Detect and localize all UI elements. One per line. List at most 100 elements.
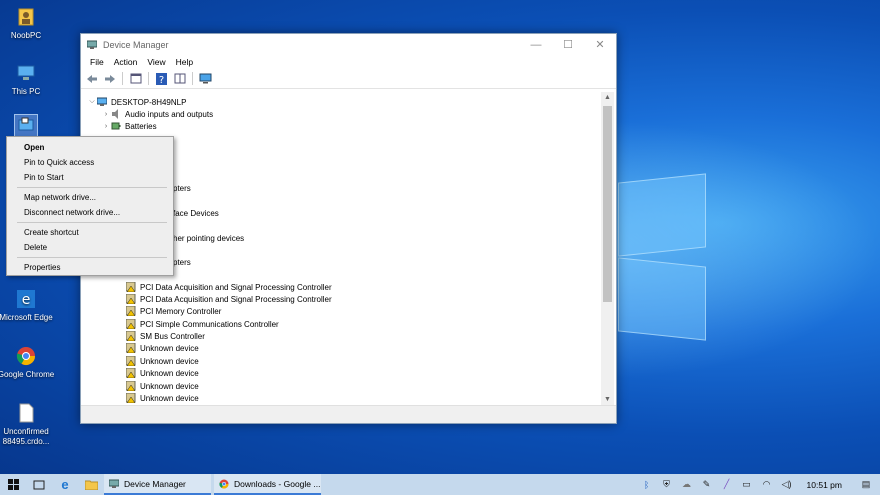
taskbar-file-explorer-button[interactable]: [78, 474, 104, 495]
device-label: PCI Memory Controller: [140, 306, 222, 316]
vertical-scrollbar[interactable]: ▲ ▼: [601, 92, 614, 405]
chrome-icon: [15, 345, 37, 367]
device-item[interactable]: Unknown device: [126, 355, 199, 367]
close-button[interactable]: ✕: [584, 34, 616, 55]
menu-view[interactable]: View: [142, 57, 170, 67]
title-bar[interactable]: Device Manager — ☐ ✕: [81, 34, 616, 55]
volume-icon[interactable]: ◁): [777, 474, 797, 495]
menu-item-delete[interactable]: Delete: [7, 240, 173, 255]
taskbar-device-manager[interactable]: Device Manager: [104, 474, 211, 495]
help-icon[interactable]: ?: [154, 72, 169, 86]
network-icon: [14, 114, 38, 138]
device-item[interactable]: SM Bus Controller: [126, 330, 205, 342]
bluetooth-icon[interactable]: ᛒ: [637, 474, 657, 495]
tree-category-label: Batteries: [125, 121, 157, 131]
notifications-icon[interactable]: ▤: [852, 474, 880, 495]
warning-device-icon: [126, 343, 136, 353]
device-label: PCI Data Acquisition and Signal Processi…: [140, 282, 332, 292]
device-item[interactable]: PCI Simple Communications Controller: [126, 318, 279, 330]
defender-shield-icon[interactable]: ⛨: [657, 474, 677, 495]
collapse-icon[interactable]: ⌵: [87, 98, 97, 106]
device-label: SM Bus Controller: [140, 331, 205, 341]
minimize-button[interactable]: —: [520, 34, 552, 55]
expand-icon[interactable]: ›: [101, 111, 111, 118]
desktop-icon-label: Microsoft Edge: [0, 313, 53, 322]
monitor-icon[interactable]: [198, 72, 213, 86]
menu-action[interactable]: Action: [109, 57, 143, 67]
device-label: Unknown device: [140, 343, 199, 353]
desktop-icon-edge[interactable]: e Microsoft Edge: [0, 288, 56, 323]
toolbar: ?: [81, 69, 616, 89]
taskbar-edge-button[interactable]: e: [52, 474, 78, 495]
menu-item-map-drive[interactable]: Map network drive...: [7, 190, 173, 205]
device-item[interactable]: Unknown device: [126, 367, 199, 379]
device-manager-icon: [87, 40, 97, 49]
device-item[interactable]: PCI Data Acquisition and Signal Processi…: [126, 281, 332, 293]
menu-item-create-shortcut[interactable]: Create shortcut: [7, 225, 173, 240]
device-item[interactable]: PCI Memory Controller: [126, 305, 221, 317]
scroll-up-icon[interactable]: ▲: [601, 92, 614, 103]
expand-icon[interactable]: ›: [101, 123, 111, 130]
folder-icon: [84, 480, 98, 490]
clock[interactable]: 10:51 pm: [797, 480, 852, 490]
tree-category[interactable]: pters: [173, 182, 191, 194]
menu-item-pin-quick-access[interactable]: Pin to Quick access: [7, 155, 173, 170]
scrollbar-thumb[interactable]: [603, 106, 612, 302]
stylus-icon[interactable]: ╱: [717, 474, 737, 495]
pen-icon[interactable]: ✎: [697, 474, 717, 495]
task-view-button[interactable]: [26, 474, 52, 495]
menu-item-disconnect-drive[interactable]: Disconnect network drive...: [7, 205, 173, 220]
device-label: Unknown device: [140, 393, 199, 403]
device-item[interactable]: Unknown device: [126, 392, 199, 404]
tree-category[interactable]: › Batteries: [101, 120, 157, 132]
warning-device-icon: [126, 306, 136, 316]
computer-icon: [15, 62, 37, 84]
wifi-icon[interactable]: ◠: [757, 474, 777, 495]
device-item[interactable]: Unknown device: [126, 342, 199, 354]
desktop-icon-noobpc[interactable]: NoobPC: [0, 6, 56, 41]
windows-logo-icon: [7, 479, 19, 490]
tree-root-label: DESKTOP-8H49NLP: [111, 97, 187, 107]
maximize-button[interactable]: ☐: [552, 34, 584, 55]
menu-separator: [17, 222, 167, 223]
onedrive-cloud-icon[interactable]: ☁: [677, 474, 697, 495]
back-arrow-icon[interactable]: [84, 72, 99, 86]
device-item[interactable]: PCI Data Acquisition and Signal Processi…: [126, 293, 332, 305]
toolbar-separator: [148, 72, 149, 85]
battery-icon[interactable]: ▭: [737, 474, 757, 495]
computer-icon: [97, 97, 107, 106]
menu-separator: [17, 257, 167, 258]
warning-device-icon: [126, 381, 136, 391]
tree-root[interactable]: ⌵ DESKTOP-8H49NLP: [87, 96, 186, 108]
task-label: Downloads - Google ...: [234, 478, 321, 489]
tree-category-label: her pointing devices: [173, 233, 245, 243]
tree-category[interactable]: pters: [173, 256, 191, 268]
properties-sheet-icon[interactable]: [128, 72, 143, 86]
desktop-icon-label: This PC: [11, 87, 41, 96]
folder-icon: [15, 6, 37, 28]
device-label: Unknown device: [140, 381, 199, 391]
menu-item-open[interactable]: Open: [7, 140, 173, 155]
tree-category[interactable]: her pointing devices: [173, 232, 244, 244]
menu-help[interactable]: Help: [171, 57, 198, 67]
taskbar-chrome-downloads[interactable]: Downloads - Google ...: [214, 474, 321, 495]
desktop-icon-label: Google Chrome: [0, 370, 55, 379]
menu-item-pin-start[interactable]: Pin to Start: [7, 170, 173, 185]
desktop-icon-unconfirmed[interactable]: Unconfirmed 88495.crdo...: [0, 402, 56, 447]
tree-category[interactable]: › Audio inputs and outputs: [101, 108, 213, 120]
menu-file[interactable]: File: [85, 57, 109, 67]
taskbar: e Device Manager Downloads - Google ... …: [0, 474, 880, 495]
system-tray: ᛒ ⛨ ☁ ✎ ╱ ▭ ◠ ◁) 10:51 pm ▤: [637, 474, 880, 495]
desktop-icon-this-pc[interactable]: This PC: [0, 62, 56, 97]
tree-category[interactable]: face Devices: [173, 207, 219, 219]
view-grid-icon[interactable]: [172, 72, 187, 86]
forward-arrow-icon[interactable]: [102, 72, 117, 86]
desktop-icon-label: NoobPC: [10, 31, 42, 40]
start-button[interactable]: [0, 474, 26, 495]
scroll-down-icon[interactable]: ▼: [601, 394, 614, 405]
device-item[interactable]: Unknown device: [126, 380, 199, 392]
warning-device-icon: [126, 368, 136, 378]
menu-item-properties[interactable]: Properties: [7, 260, 173, 275]
desktop-icon-chrome[interactable]: Google Chrome: [0, 345, 56, 380]
device-label: Unknown device: [140, 368, 199, 378]
